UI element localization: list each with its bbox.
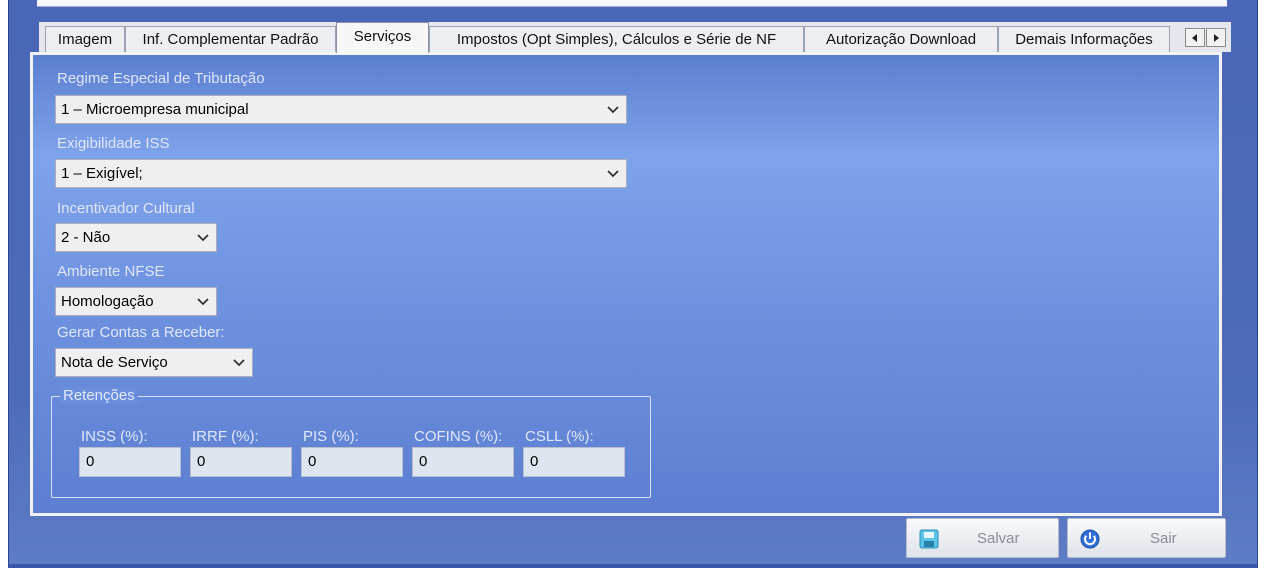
- chevron-down-icon: [233, 359, 245, 367]
- inss-input[interactable]: 0: [79, 447, 181, 477]
- power-icon: [1080, 529, 1100, 549]
- exigibilidade-value: 1 – Exigível;: [61, 165, 143, 182]
- save-button[interactable]: Salvar: [906, 518, 1059, 558]
- tab-impostos[interactable]: Impostos (Opt Simples), Cálculos e Série…: [429, 26, 804, 52]
- csll-label: CSLL (%):: [525, 428, 594, 445]
- save-label: Salvar: [977, 530, 1020, 547]
- exit-button[interactable]: Sair: [1067, 518, 1226, 558]
- csll-input[interactable]: 0: [523, 447, 625, 477]
- exit-label: Sair: [1150, 530, 1177, 547]
- tab-autorizacao-download[interactable]: Autorização Download: [804, 26, 998, 52]
- incentivador-select[interactable]: 2 - Não: [55, 223, 217, 252]
- exigibilidade-select[interactable]: 1 – Exigível;: [55, 159, 627, 188]
- tab-scroll-left-button[interactable]: [1185, 28, 1205, 47]
- irrf-label: IRRF (%):: [192, 428, 259, 445]
- exigibilidade-label: Exigibilidade ISS: [57, 135, 170, 152]
- incentivador-value: 2 - Não: [61, 229, 111, 246]
- floppy-disk-icon: [919, 529, 939, 549]
- regime-select[interactable]: 1 – Microempresa municipal: [55, 95, 627, 124]
- ambiente-value: Homologação: [61, 293, 154, 310]
- incentivador-label: Incentivador Cultural: [57, 200, 195, 217]
- regime-label: Regime Especial de Tributação: [57, 70, 265, 87]
- cofins-label: COFINS (%):: [414, 428, 503, 445]
- tab-scroll-buttons: [1185, 28, 1229, 48]
- tab-imagem[interactable]: Imagem: [45, 26, 125, 52]
- ambiente-label: Ambiente NFSE: [57, 263, 165, 280]
- contas-label: Gerar Contas a Receber:: [57, 324, 225, 341]
- retencoes-title: Retenções: [60, 387, 138, 404]
- chevron-down-icon: [607, 170, 619, 178]
- tab-inf-complementar[interactable]: Inf. Complementar Padrão: [125, 26, 336, 52]
- chevron-down-icon: [197, 234, 209, 242]
- retencoes-group: Retenções INSS (%): 0 IRRF (%): 0 PIS (%…: [51, 387, 651, 498]
- contas-value: Nota de Serviço: [61, 354, 168, 371]
- inss-label: INSS (%):: [81, 428, 148, 445]
- contas-select[interactable]: Nota de Serviço: [55, 348, 253, 377]
- irrf-input[interactable]: 0: [190, 447, 292, 477]
- chevron-down-icon: [197, 298, 209, 306]
- triangle-left-icon: [1192, 34, 1197, 42]
- tab-scroll-right-button[interactable]: [1206, 28, 1226, 47]
- regime-value: 1 – Microempresa municipal: [61, 101, 249, 118]
- chevron-down-icon: [607, 106, 619, 114]
- pis-label: PIS (%):: [303, 428, 359, 445]
- top-edge: [37, 0, 1227, 7]
- tab-demais-informacoes[interactable]: Demais Informações: [998, 26, 1170, 52]
- tab-servicos[interactable]: Serviços: [336, 22, 429, 53]
- pis-input[interactable]: 0: [301, 447, 403, 477]
- triangle-right-icon: [1214, 34, 1219, 42]
- ambiente-select[interactable]: Homologação: [55, 287, 217, 316]
- cofins-input[interactable]: 0: [412, 447, 514, 477]
- tab-strip: Imagem Inf. Complementar Padrão Serviços…: [39, 22, 1231, 53]
